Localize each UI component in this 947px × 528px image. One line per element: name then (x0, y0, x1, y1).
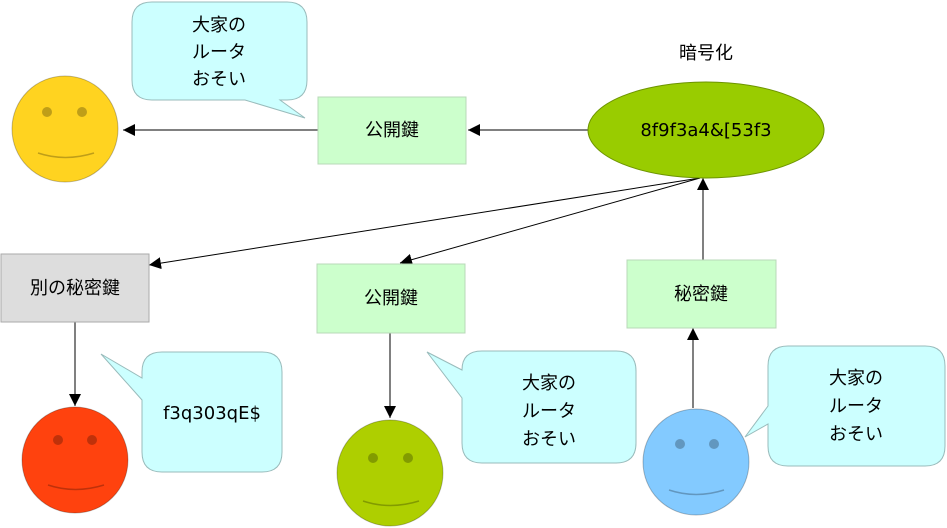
bubble-bottom-right-line-2: ルータ (829, 396, 883, 417)
bubble-top-left-line-2: ルータ (192, 42, 246, 63)
private-key-label: 秘密鍵 (674, 284, 728, 305)
speech-bubble-bottom-right: 大家の ルータ おそい (744, 345, 946, 467)
speech-bubble-top-left: 大家の ルータ おそい (131, 1, 308, 119)
bubble-top-left-line-3: おそい (192, 69, 246, 90)
other-private-key-label: 別の秘密鍵 (30, 278, 120, 299)
bubble-bottom-middle-line-2: ルータ (522, 401, 576, 422)
green-face (336, 419, 444, 527)
red-face (21, 406, 129, 514)
arrow-cipher-to-other-private-key (148, 177, 701, 270)
bubble-bottom-left-text: f3q303qE$ (163, 403, 261, 424)
bubble-bottom-right-line-1: 大家の (829, 368, 883, 389)
bubble-top-left-line-1: 大家の (192, 15, 246, 36)
bubble-bottom-middle-line-1: 大家の (522, 373, 576, 394)
arrow-cipher-to-middle-public-key (399, 177, 701, 266)
blue-face (642, 408, 750, 516)
speech-bubble-bottom-middle: 大家の ルータ おそい (426, 350, 637, 464)
top-public-key-label: 公開鍵 (365, 120, 419, 141)
bubble-bottom-right-line-3: おそい (829, 424, 883, 445)
ciphertext-text: 8f9f3a4&[53f3 (640, 120, 771, 141)
bubble-bottom-middle-line-3: おそい (522, 429, 576, 450)
encryption-diagram: 暗号化 8f9f3a4&[53f3 公開鍵 別の秘密鍵 公開鍵 秘密鍵 大家の … (0, 1, 946, 527)
middle-public-key-label: 公開鍵 (364, 288, 418, 309)
yellow-face (11, 75, 119, 183)
encryption-label: 暗号化 (679, 43, 733, 64)
